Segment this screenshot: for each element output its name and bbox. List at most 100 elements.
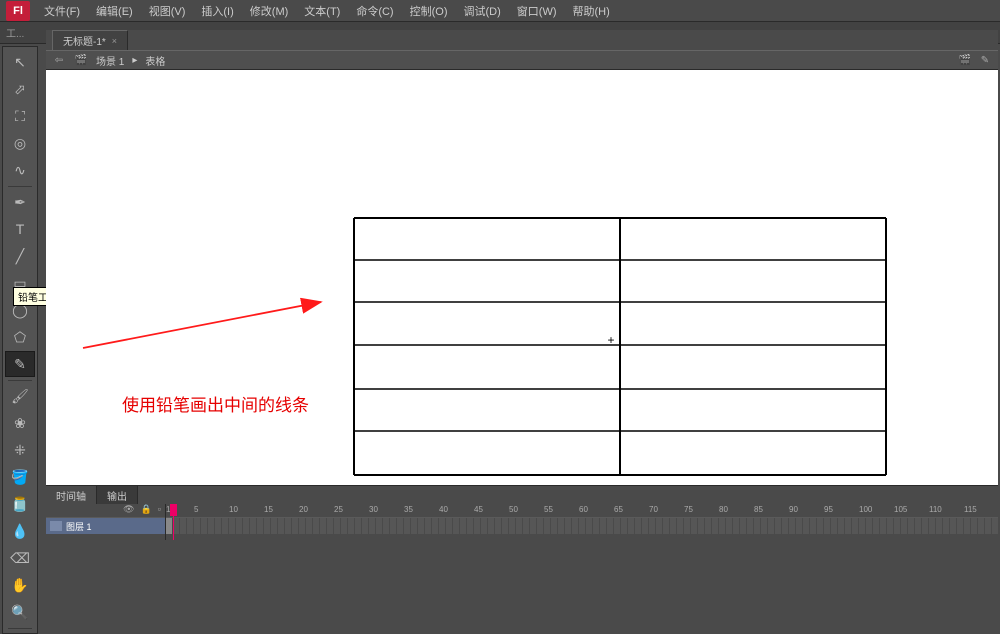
frame-cell[interactable]	[341, 518, 348, 534]
frame-cell[interactable]	[362, 518, 369, 534]
menu-item[interactable]: 编辑(E)	[88, 0, 141, 22]
menu-item[interactable]: 文本(T)	[296, 0, 348, 22]
menu-item[interactable]: 控制(O)	[402, 0, 456, 22]
frame-cell[interactable]	[194, 518, 201, 534]
frame-cell[interactable]	[754, 518, 761, 534]
frame-cell[interactable]	[355, 518, 362, 534]
frame-cell[interactable]	[635, 518, 642, 534]
paint-bucket-tool-icon[interactable]: 🪣	[5, 464, 35, 490]
frame-cell[interactable]	[222, 518, 229, 534]
frame-cell[interactable]	[621, 518, 628, 534]
timeline-tab[interactable]: 时间轴	[46, 486, 97, 504]
frame-cell[interactable]	[698, 518, 705, 534]
frame-cell[interactable]	[572, 518, 579, 534]
frame-cell[interactable]	[439, 518, 446, 534]
brush-tool-icon[interactable]: 🖌	[5, 383, 35, 409]
frame-cell[interactable]	[327, 518, 334, 534]
deco-tool-icon[interactable]: ❀	[5, 410, 35, 436]
frame-cell[interactable]	[782, 518, 789, 534]
playhead[interactable]	[173, 504, 174, 540]
frame-cell[interactable]	[537, 518, 544, 534]
text-tool-icon[interactable]: T	[5, 216, 35, 242]
frame-cell[interactable]	[551, 518, 558, 534]
frame-cell[interactable]	[509, 518, 516, 534]
frame-cell[interactable]	[901, 518, 908, 534]
frame-cell[interactable]	[292, 518, 299, 534]
frame-cell[interactable]	[565, 518, 572, 534]
frame-cell[interactable]	[614, 518, 621, 534]
hand-tool-icon[interactable]: ✋	[5, 572, 35, 598]
frame-cell[interactable]	[971, 518, 978, 534]
frame-cell[interactable]	[733, 518, 740, 534]
frame-cell[interactable]	[789, 518, 796, 534]
frame-cell[interactable]	[544, 518, 551, 534]
frame-cell[interactable]	[243, 518, 250, 534]
menu-item[interactable]: 帮助(H)	[565, 0, 618, 22]
lasso-tool-icon[interactable]: ∿	[5, 157, 35, 183]
frame-cell[interactable]	[523, 518, 530, 534]
menu-item[interactable]: 文件(F)	[36, 0, 88, 22]
frame-cell[interactable]	[229, 518, 236, 534]
frame-cell[interactable]	[691, 518, 698, 534]
frame-cell[interactable]	[264, 518, 271, 534]
frame-cell[interactable]	[663, 518, 670, 534]
frame-cell[interactable]	[516, 518, 523, 534]
frame-cell[interactable]	[824, 518, 831, 534]
menu-item[interactable]: 命令(C)	[348, 0, 401, 22]
frame-cell[interactable]	[684, 518, 691, 534]
frame-cell[interactable]	[796, 518, 803, 534]
menu-item[interactable]: 插入(I)	[193, 0, 241, 22]
frame-cell[interactable]	[474, 518, 481, 534]
frame-cell[interactable]	[866, 518, 873, 534]
frame-cell[interactable]	[719, 518, 726, 534]
frame-cell[interactable]	[915, 518, 922, 534]
frame-cell[interactable]	[880, 518, 887, 534]
frame-cell[interactable]	[677, 518, 684, 534]
menu-item[interactable]: 窗口(W)	[509, 0, 565, 22]
frame-cell[interactable]	[642, 518, 649, 534]
pen-tool-icon[interactable]: ✒	[5, 189, 35, 215]
frame-cell[interactable]	[831, 518, 838, 534]
eye-column-icon[interactable]: 👁	[123, 504, 134, 517]
timeline-tab[interactable]: 输出	[97, 486, 138, 504]
bone-tool-icon[interactable]: ⁜	[5, 437, 35, 463]
frame-cell[interactable]	[453, 518, 460, 534]
frame-cell[interactable]	[845, 518, 852, 534]
frame-cell[interactable]	[425, 518, 432, 534]
frame-cell[interactable]	[320, 518, 327, 534]
frame-cell[interactable]	[180, 518, 187, 534]
frame-cell[interactable]	[271, 518, 278, 534]
frame-cell[interactable]	[306, 518, 313, 534]
frame-cell[interactable]	[278, 518, 285, 534]
frame-cell[interactable]	[908, 518, 915, 534]
frame-cell[interactable]	[838, 518, 845, 534]
symbol-name[interactable]: 表格	[145, 53, 165, 68]
frame-cell[interactable]	[817, 518, 824, 534]
ink-bottle-tool-icon[interactable]: 🫙	[5, 491, 35, 517]
frame-cell[interactable]	[334, 518, 341, 534]
eraser-tool-icon[interactable]: ⌫	[5, 545, 35, 571]
frame-cell[interactable]	[726, 518, 733, 534]
frame-cell[interactable]	[656, 518, 663, 534]
frame-cell[interactable]	[495, 518, 502, 534]
frame-cell[interactable]	[922, 518, 929, 534]
frame-cell[interactable]	[348, 518, 355, 534]
frame-cell[interactable]	[236, 518, 243, 534]
edit-scene-icon[interactable]: 🎬	[958, 53, 972, 67]
frame-cell[interactable]	[579, 518, 586, 534]
frame-cell[interactable]	[936, 518, 943, 534]
outline-column-icon[interactable]: ▫	[158, 504, 161, 517]
frame-cell[interactable]	[943, 518, 950, 534]
menu-item[interactable]: 视图(V)	[141, 0, 194, 22]
frame-cell[interactable]	[558, 518, 565, 534]
pencil-tool-icon[interactable]: ✎	[5, 351, 35, 377]
frame-cell[interactable]	[593, 518, 600, 534]
frame-cell[interactable]	[705, 518, 712, 534]
frame-cell[interactable]	[390, 518, 397, 534]
frame-cell[interactable]	[313, 518, 320, 534]
frame-cell[interactable]	[747, 518, 754, 534]
menu-item[interactable]: 修改(M)	[242, 0, 297, 22]
frame-cell[interactable]	[978, 518, 985, 534]
frame-cell[interactable]	[964, 518, 971, 534]
frame-cell[interactable]	[985, 518, 992, 534]
